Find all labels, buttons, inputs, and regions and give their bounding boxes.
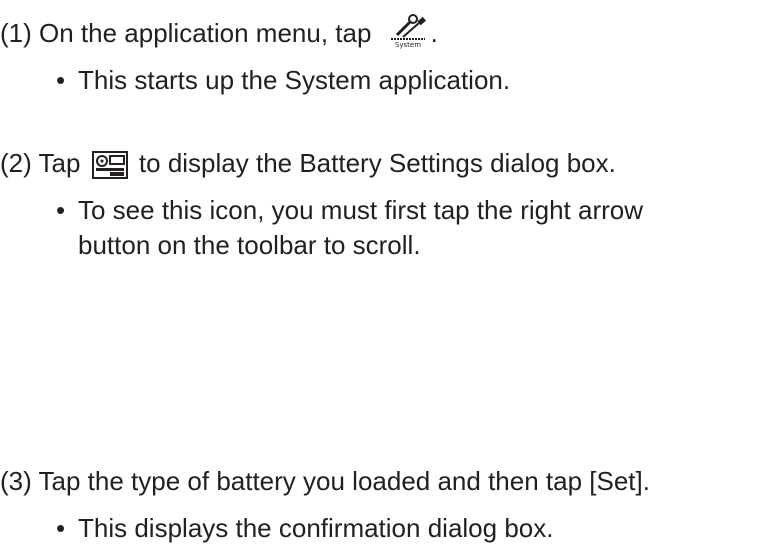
- step-1-bullet-1-line-1: This starts up the System application.: [78, 65, 511, 95]
- bullet-dot: •: [56, 65, 66, 95]
- step-3-bullet-1: • This displays the confirmation dialog b…: [56, 513, 553, 543]
- bullet-dot: •: [56, 195, 66, 225]
- step-1-text-suffix: .: [430, 18, 438, 48]
- step-3: (3) Tap the type of battery you loaded a…: [0, 466, 650, 496]
- step-2-bullet-1: • To see this icon, you must first tap th…: [56, 195, 643, 225]
- step-3-bullet-1-line-1: This displays the confirmation dialog bo…: [78, 513, 554, 543]
- step-2-bullet-1-line-1: To see this icon, you must first tap the…: [78, 195, 644, 225]
- bullet-dot: •: [56, 513, 66, 543]
- step-2: (2) Tap to display the Battery Settings …: [0, 148, 616, 180]
- step-2-bullet-1-line-2: button on the toolbar to scroll.: [78, 230, 421, 260]
- battery-settings-icon: [91, 151, 128, 180]
- step-1-text-prefix: (1) On the application menu, tap: [0, 18, 379, 48]
- step-1-bullet-1: • This starts up the System application.: [56, 65, 510, 95]
- step-2-text-prefix: (2) Tap: [0, 148, 88, 178]
- step-3-text: (3) Tap the type of battery you loaded a…: [0, 466, 650, 496]
- step-1: (1) On the application menu, tap System …: [0, 14, 438, 49]
- system-app-icon: System: [385, 13, 431, 49]
- system-icon-label: System: [395, 41, 421, 49]
- step-2-text-suffix: to display the Battery Settings dialog b…: [131, 148, 616, 178]
- step-2-bullet-1-continuation: button on the toolbar to scroll.: [78, 230, 421, 260]
